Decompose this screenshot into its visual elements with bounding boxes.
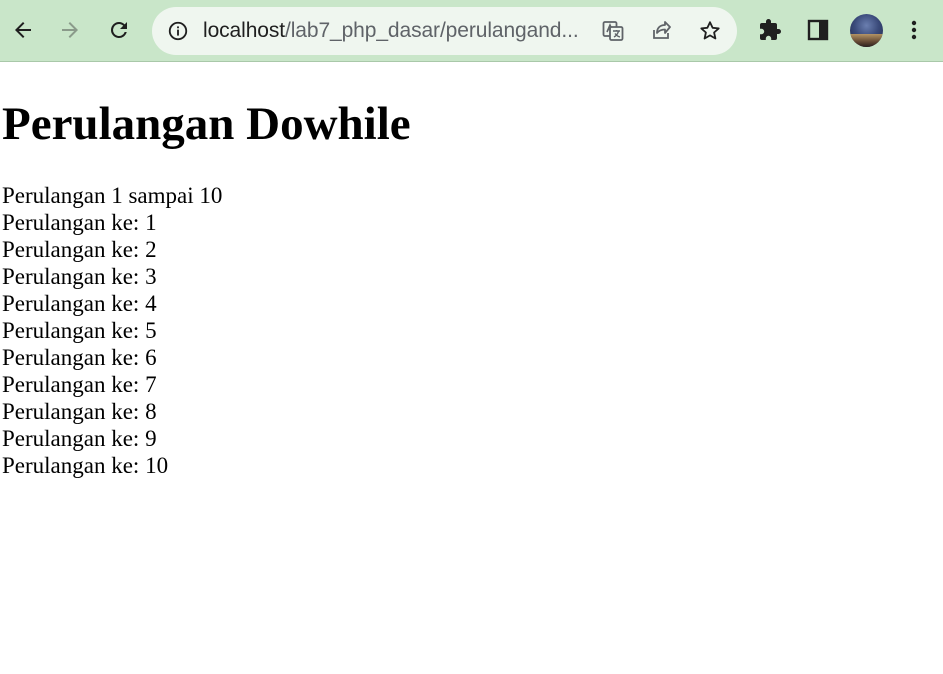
back-button[interactable] (6, 13, 40, 47)
output-line: Perulangan ke: 7 (2, 372, 157, 397)
star-icon[interactable] (698, 19, 722, 43)
info-icon[interactable] (167, 20, 189, 42)
output-line: Perulangan ke: 8 (2, 399, 157, 424)
output-line: Perulangan ke: 3 (2, 264, 157, 289)
url-host: localhost (203, 19, 285, 42)
output-line: Perulangan ke: 5 (2, 318, 157, 343)
browser-toolbar: localhost/lab7_php_dasar/perulangand... (0, 0, 943, 62)
url-path: /lab7_php_dasar/perulangand... (284, 19, 579, 42)
output-line: Perulangan ke: 4 (2, 291, 157, 316)
back-arrow-icon (11, 18, 35, 42)
reload-button[interactable] (102, 13, 136, 47)
output-line: Perulangan ke: 2 (2, 237, 157, 262)
share-icon[interactable] (650, 19, 674, 43)
reload-icon (107, 18, 131, 42)
forward-button[interactable] (53, 13, 87, 47)
url-text[interactable]: localhost/lab7_php_dasar/perulangand... (203, 19, 579, 43)
side-panel-button[interactable] (801, 13, 835, 47)
output-header: Perulangan 1 sampai 10 (2, 183, 223, 208)
profile-avatar[interactable] (850, 14, 883, 47)
page-title: Perulangan Dowhile (2, 98, 411, 150)
output-line: Perulangan ke: 10 (2, 453, 169, 478)
puzzle-icon (758, 18, 782, 42)
output-line: Perulangan ke: 6 (2, 345, 157, 370)
address-bar[interactable]: localhost/lab7_php_dasar/perulangand... (152, 7, 737, 55)
side-panel-icon (806, 18, 830, 42)
output-line: Perulangan ke: 1 (2, 210, 157, 235)
menu-button[interactable] (897, 13, 931, 47)
output-line: Perulangan ke: 9 (2, 426, 157, 451)
loop-output: Perulangan 1 sampai 10 Perulangan ke: 1 … (2, 182, 222, 479)
extensions-button[interactable] (753, 13, 787, 47)
forward-arrow-icon (58, 18, 82, 42)
kebab-menu-icon (902, 18, 926, 42)
translate-icon[interactable] (601, 19, 625, 43)
